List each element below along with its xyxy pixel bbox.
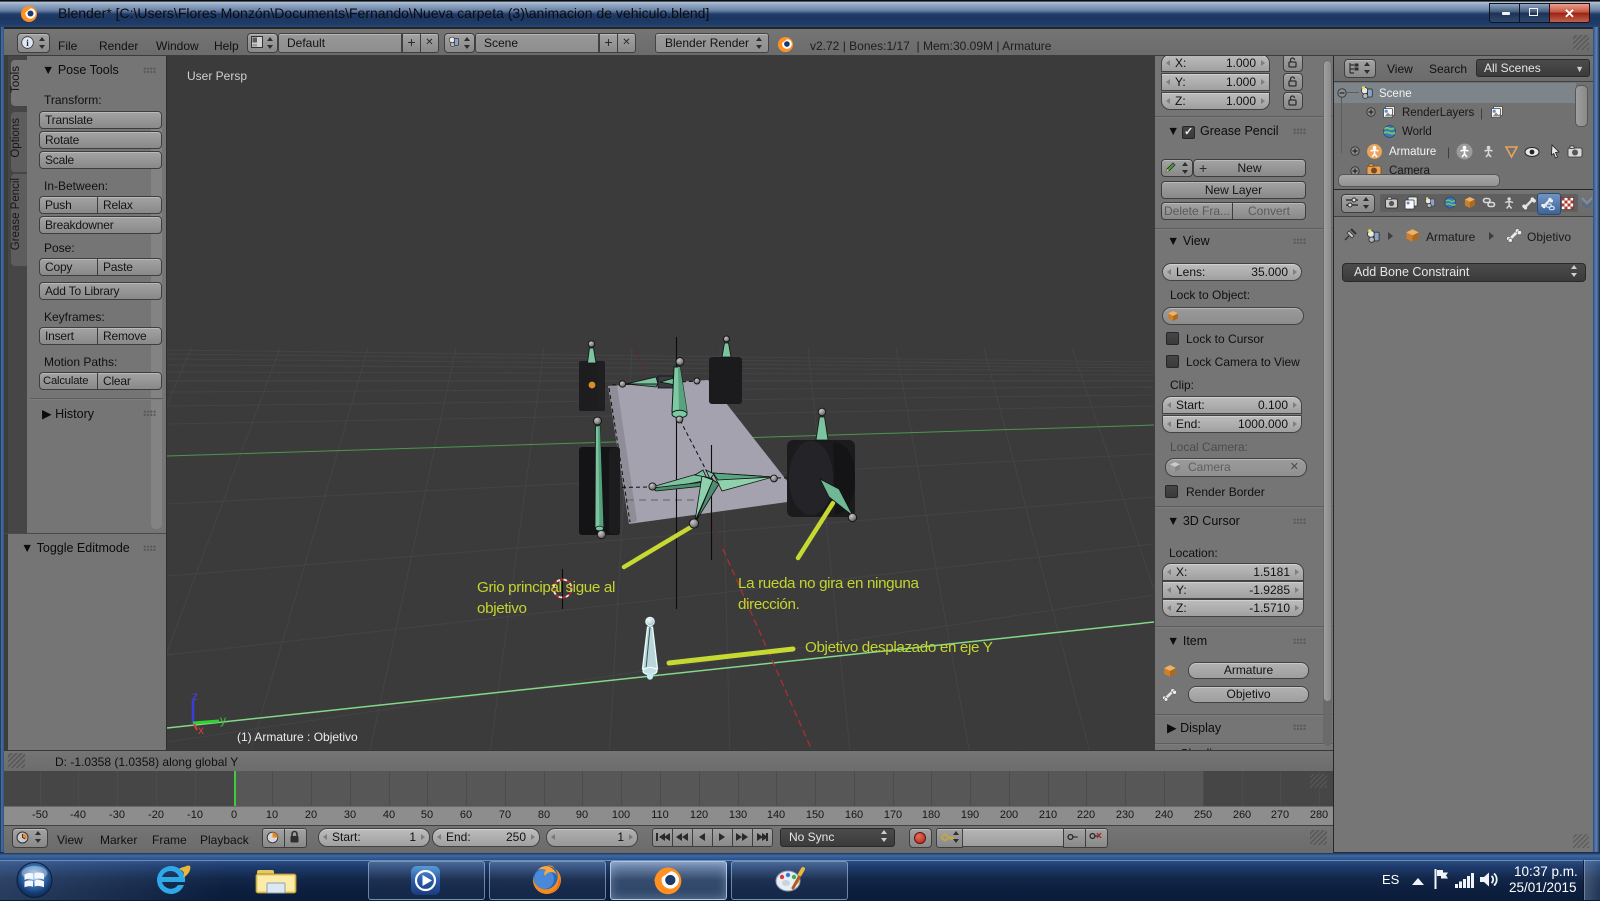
svg-text:La rueda no gira en ninguna: La rueda no gira en ninguna bbox=[738, 575, 919, 592]
svg-text:y: y bbox=[220, 713, 226, 727]
svg-text:Grio principal sigue al: Grio principal sigue al bbox=[477, 579, 615, 596]
svg-text:User Persp: User Persp bbox=[187, 69, 247, 83]
svg-text:Objetivo desplazado en eje Y: Objetivo desplazado en eje Y bbox=[805, 639, 993, 656]
svg-text:z: z bbox=[192, 689, 198, 703]
svg-text:(1) Armature : Objetivo: (1) Armature : Objetivo bbox=[237, 730, 358, 744]
svg-text:objetivo: objetivo bbox=[477, 600, 527, 617]
svg-text:dirección.: dirección. bbox=[738, 596, 800, 613]
svg-text:x: x bbox=[198, 723, 204, 737]
